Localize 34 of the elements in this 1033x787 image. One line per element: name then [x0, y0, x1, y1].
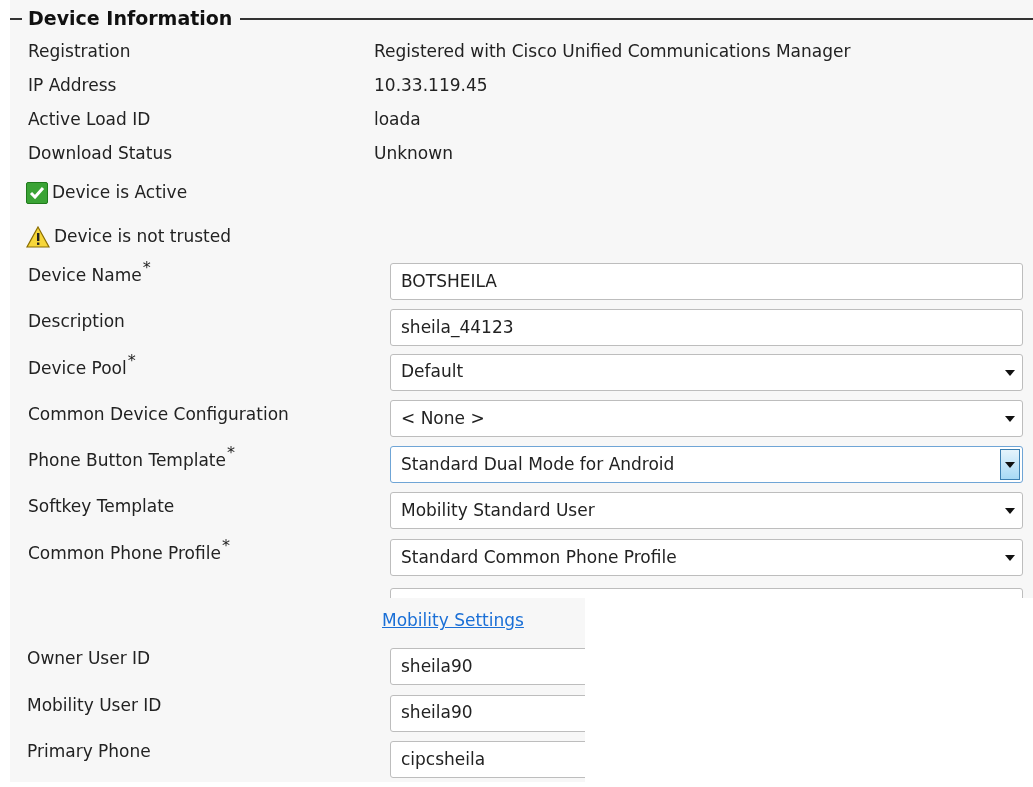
input-field[interactable]: sheila90	[390, 648, 585, 686]
checkmark-icon	[26, 182, 48, 204]
field-value: loada	[374, 108, 421, 132]
field-value: Unknown	[374, 142, 453, 166]
section-title: Device Information	[28, 6, 233, 32]
dropdown-arrow-icon[interactable]	[1004, 414, 1016, 423]
field-label: Owner User ID	[26, 647, 152, 671]
dropdown[interactable]: Default	[390, 353, 1023, 391]
input-field[interactable]: cipcsheila	[390, 741, 585, 779]
dropdown[interactable]: Mobility Standard User	[390, 492, 1023, 530]
field-label: Softkey Template	[27, 495, 176, 519]
input-field[interactable]: sheila90	[390, 694, 585, 732]
warning-icon	[26, 226, 50, 248]
field-label: IP Address	[27, 74, 118, 98]
field-label: Description	[27, 310, 126, 334]
field-label: Registration	[27, 40, 132, 64]
input-field[interactable]: sheila_44123	[390, 309, 1023, 347]
field-label: Common Device Configuration	[27, 402, 290, 426]
field-label: Active Load ID	[27, 108, 152, 132]
dropdown[interactable]: Standard Dual Mode for Android	[390, 446, 1023, 484]
field-label: Mobility User ID	[26, 693, 163, 717]
status-text: Device is not trusted	[54, 225, 231, 249]
field-value: Registered with Cisco Unified Communications Manager	[374, 40, 851, 64]
dropdown-arrow-icon[interactable]	[1004, 553, 1016, 562]
dropdown-arrow-icon[interactable]	[1004, 368, 1016, 377]
field-label: Primary Phone	[26, 740, 152, 764]
dropdown[interactable]: Standard Common Phone Profile	[390, 538, 1023, 576]
dropdown[interactable]: < None >	[390, 399, 1023, 437]
field-value: 10.33.119.45	[374, 74, 488, 98]
status-text: Device is Active	[52, 181, 188, 205]
mobility-settings-link[interactable]: Mobility Settings	[382, 608, 524, 634]
dropdown-arrow-icon[interactable]	[1004, 507, 1016, 516]
input-field[interactable]: BOTSHEILA	[390, 263, 1023, 300]
field-label: Download Status	[27, 142, 174, 166]
